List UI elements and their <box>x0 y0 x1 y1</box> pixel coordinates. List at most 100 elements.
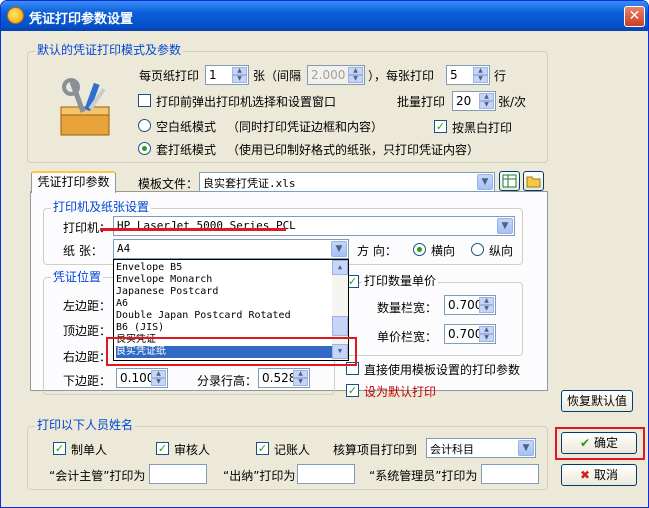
spin-up-icon[interactable]: ▲ <box>232 67 247 75</box>
rows-value: 5 <box>450 68 458 82</box>
paper-option[interactable]: Double Japan Postcard Rotated <box>116 310 332 322</box>
bottom-margin-label: 下边距： <box>63 374 112 388</box>
spreadsheet-icon <box>502 174 517 188</box>
popup-printer-checkbox[interactable] <box>138 94 151 107</box>
scroll-thumb[interactable] <box>332 316 348 336</box>
popup-printer-label: 打印前弹出打印机选择和设置窗口 <box>156 95 337 109</box>
batch-label: 批量打印 <box>397 95 446 109</box>
tools-icon <box>51 77 117 143</box>
direction-label: 方 向： <box>357 244 397 258</box>
paper-option[interactable]: Japanese Postcard <box>116 286 332 298</box>
cashier-input[interactable] <box>297 464 355 484</box>
open-folder-button[interactable] <box>523 171 544 191</box>
portrait-radio[interactable] <box>471 243 484 256</box>
rows-spinner[interactable]: 5 ▲ ▼ <box>446 65 490 85</box>
spin-up-icon[interactable]: ▲ <box>151 370 166 378</box>
chevron-down-icon[interactable]: ▼ <box>477 174 493 190</box>
chevron-down-icon[interactable]: ▼ <box>518 440 534 456</box>
chevron-down-icon[interactable]: ▼ <box>497 218 513 234</box>
landscape-radio[interactable] <box>413 243 426 256</box>
printer-highlight-underline <box>100 228 286 231</box>
paper-value: A4 <box>117 242 131 255</box>
window-title: 凭证打印参数设置 <box>29 12 134 27</box>
tab-print-params[interactable]: 凭证打印参数 <box>31 171 116 193</box>
line-height-spinner[interactable]: 0.528 ▲ ▼ <box>258 368 310 388</box>
bottom-margin-value: 0.100 <box>120 371 155 385</box>
bw-print-label: 按黑白打印 <box>452 121 513 135</box>
spin-up-icon[interactable]: ▲ <box>479 297 494 305</box>
row-unit: 行 <box>494 69 507 83</box>
ok-label: 确定 <box>593 436 618 450</box>
spin-down-icon[interactable]: ▼ <box>232 75 247 83</box>
spin-up-icon[interactable]: ▲ <box>479 326 494 334</box>
close-button[interactable]: ✕ <box>624 6 645 27</box>
folder-open-icon <box>526 176 541 188</box>
auditor-checkbox[interactable]: ✓ <box>156 442 169 455</box>
paper-combo[interactable]: A4 ▼ <box>113 239 349 259</box>
printer-combo[interactable]: HP LaserJet 5000 Series PCL ▼ <box>113 216 515 236</box>
qty-width-value: 0.700 <box>448 298 483 312</box>
spin-up-icon[interactable]: ▲ <box>293 370 308 378</box>
blank-mode-desc: （同时打印凭证边框和内容） <box>227 120 384 134</box>
chief-input[interactable] <box>149 464 207 484</box>
maker-checkbox[interactable]: ✓ <box>53 442 66 455</box>
use-template-label: 直接使用模板设置的打印参数 <box>364 363 521 377</box>
scroll-up-icon[interactable]: ▲ <box>332 260 348 275</box>
selected-paper-highlight <box>106 337 357 366</box>
preprint-mode-radio[interactable] <box>138 142 151 155</box>
spin-down-icon[interactable]: ▼ <box>473 75 488 83</box>
auditor-label: 审核人 <box>174 443 211 457</box>
bookkeeper-checkbox[interactable]: ✓ <box>256 442 269 455</box>
paper-option[interactable]: A6 <box>116 298 332 310</box>
blank-mode-radio[interactable] <box>138 119 151 132</box>
right-margin-label: 右边距： <box>63 350 112 364</box>
price-width-label: 单价栏宽： <box>377 330 438 344</box>
account-print-label: 核算项目打印到 <box>333 443 418 457</box>
app-icon <box>7 7 24 24</box>
left-margin-label: 左边距： <box>63 299 112 313</box>
per-row-label: ），每张打印 <box>368 69 435 83</box>
dialog-window: 凭证打印参数设置 ✕ 默认的凭证打印模式及参数 每页纸打印 1 ▲ ▼ 张（间隔 … <box>0 0 649 508</box>
price-width-value: 0.700 <box>448 327 483 341</box>
portrait-label: 纵向 <box>489 244 514 258</box>
spin-down-icon[interactable]: ▼ <box>479 334 494 342</box>
cancel-button[interactable]: ✖ 取消 <box>561 464 637 486</box>
excel-template-button[interactable] <box>499 171 520 191</box>
paper-option[interactable]: Envelope B5 <box>116 262 332 274</box>
maker-label: 制单人 <box>71 443 108 457</box>
set-default-checkbox[interactable]: ✓ <box>346 384 359 397</box>
per-page-spinner[interactable]: 1 ▲ ▼ <box>205 65 249 85</box>
bw-print-checkbox[interactable]: ✓ <box>434 120 447 133</box>
template-value: 良实套打凭证.xls <box>203 177 296 190</box>
paper-option[interactable]: B6 (JIS) <box>116 322 332 334</box>
price-width-spinner[interactable]: 0.700 ▲ ▼ <box>444 324 496 344</box>
paper-option[interactable]: Envelope Monarch <box>116 274 332 286</box>
title-bar[interactable]: 凭证打印参数设置 ✕ <box>1 1 648 31</box>
admin-input[interactable] <box>481 464 539 484</box>
bookkeeper-label: 记账人 <box>274 443 311 457</box>
qty-width-label: 数量栏宽： <box>377 301 438 315</box>
spin-down-icon[interactable]: ▼ <box>151 378 166 386</box>
preprint-mode-desc: （使用已印制好格式的纸张，只打印凭证内容） <box>227 143 480 157</box>
account-combo[interactable]: 会计科目 ▼ <box>426 438 536 458</box>
ok-button[interactable]: ✔ 确定 <box>561 432 637 454</box>
spin-up-icon: ▲ <box>348 67 363 75</box>
bottom-margin-spinner[interactable]: 0.100 ▲ ▼ <box>116 368 168 388</box>
qty-width-spinner[interactable]: 0.700 ▲ ▼ <box>444 295 496 315</box>
batch-spinner[interactable]: 20 ▲ ▼ <box>452 91 496 111</box>
template-combo[interactable]: 良实套打凭证.xls ▼ <box>199 172 495 192</box>
admin-label: “系统管理员”打印为 <box>369 469 478 483</box>
account-value: 会计科目 <box>430 443 474 456</box>
spin-down-icon[interactable]: ▼ <box>293 378 308 386</box>
top-margin-label: 顶边距： <box>63 324 112 338</box>
landscape-label: 横向 <box>431 244 456 258</box>
spin-down-icon[interactable]: ▼ <box>479 101 494 109</box>
spin-up-icon[interactable]: ▲ <box>473 67 488 75</box>
paper-label: 纸 张： <box>63 244 103 258</box>
spin-down-icon[interactable]: ▼ <box>479 305 494 313</box>
chevron-down-icon[interactable]: ▼ <box>331 241 347 257</box>
names-group-title: 打印以下人员姓名 <box>35 418 136 432</box>
restore-defaults-button[interactable]: 恢复默认值 <box>561 390 633 412</box>
spin-up-icon[interactable]: ▲ <box>479 93 494 101</box>
position-group-title: 凭证位置 <box>51 270 104 284</box>
